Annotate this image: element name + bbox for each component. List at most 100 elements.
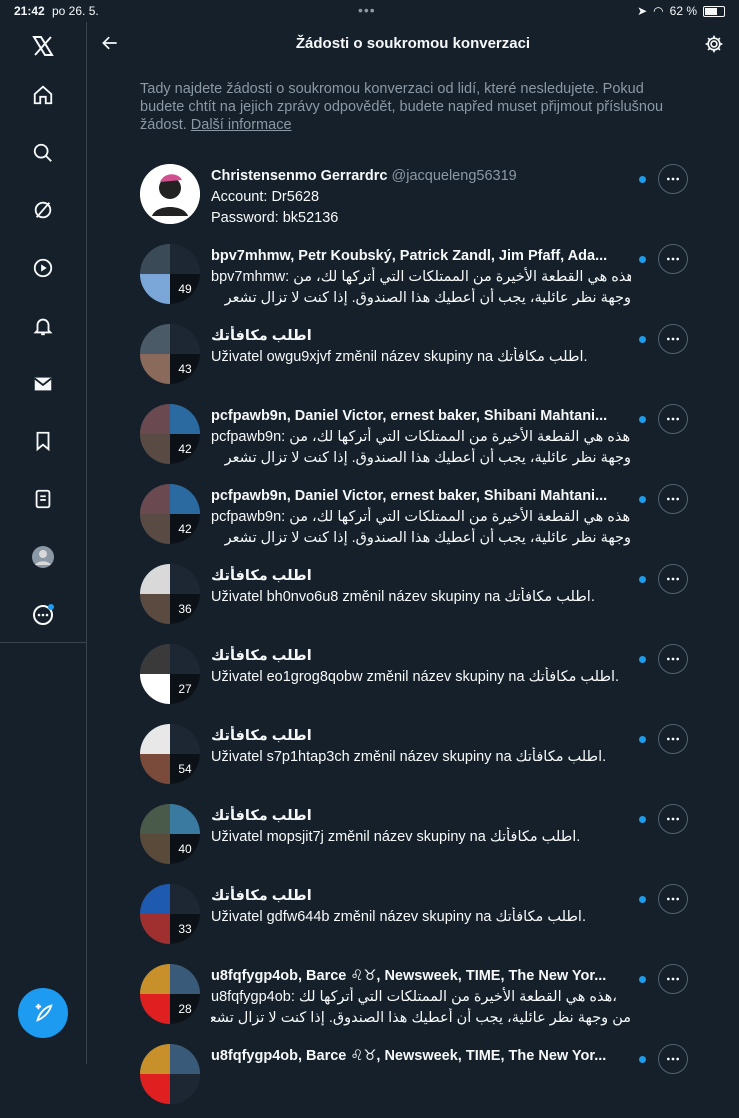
request-title-line: pcfpawb9n, Daniel Victor, ernest baker, … (211, 406, 631, 427)
request-row[interactable]: 40 اطلب مكافأتك Uživatel mopsjit7j změnil … (87, 798, 739, 878)
profile-avatar[interactable] (25, 539, 61, 575)
request-preview-line: وجهة نظر عائلية، يجب أن أعطيك هذا الصندو… (224, 530, 631, 546)
video-icon[interactable] (25, 250, 61, 286)
request-title: pcfpawb9n, Daniel Victor, ernest baker, … (211, 488, 608, 504)
sidebar-divider (0, 642, 86, 643)
page-header: Žádosti o soukromou konverzaci (87, 22, 739, 66)
unread-indicator (639, 1056, 646, 1063)
request-more-button[interactable] (658, 804, 688, 834)
group-avatar[interactable]: 28 (140, 964, 200, 1024)
request-title: اطلب مكافأتك (211, 888, 312, 904)
feather-plus-icon (35, 1003, 53, 1022)
request-more-button[interactable] (658, 964, 688, 994)
request-text: اطلب مكافأتك Uživatel s7p1htap3ch změnil … (211, 726, 631, 768)
messages-envelope-icon[interactable] (25, 366, 61, 402)
request-more-button[interactable] (658, 404, 688, 434)
search-icon[interactable] (25, 135, 61, 171)
member-count-badge: 54 (170, 754, 200, 784)
request-more-button[interactable] (658, 324, 688, 354)
request-preview-line: pcfpawb9n: هذه هي القطعة الأخيرة من المم… (211, 509, 631, 525)
request-more-button[interactable] (658, 564, 688, 594)
request-preview-line: Uživatel bh0nvo6u8 změnil název skupiny … (211, 589, 595, 605)
more-options-icon[interactable] (25, 597, 61, 633)
member-count-badge: 43 (170, 354, 200, 384)
request-text: Christensenmo Gerrardrc @jacqueleng56319… (211, 166, 631, 229)
request-more-button[interactable] (658, 164, 688, 194)
more-dots-icon (667, 337, 679, 341)
unread-indicator (639, 976, 646, 983)
settings-button[interactable] (701, 31, 727, 57)
request-title: اطلب مكافأتك (211, 328, 312, 344)
unread-indicator (639, 176, 646, 183)
grok-icon[interactable] (25, 192, 61, 228)
request-row[interactable]: 33 اطلب مكافأتك Uživatel gdfw644b změnil n… (87, 878, 739, 958)
request-more-button[interactable] (658, 884, 688, 914)
group-avatar[interactable]: 27 (140, 644, 200, 704)
more-dots-icon (667, 657, 679, 661)
lists-icon[interactable] (25, 481, 61, 517)
group-avatar[interactable]: 43 (140, 324, 200, 384)
group-avatar[interactable]: 49 (140, 244, 200, 304)
request-preview-line: u8fqfygp4ob: هذه هي القطعة الأخيرة من ال… (211, 989, 617, 1005)
request-title-line: pcfpawb9n, Daniel Victor, ernest baker, … (211, 486, 631, 507)
request-title: Christensenmo Gerrardrc (211, 168, 388, 184)
group-avatar[interactable]: 42 (140, 484, 200, 544)
more-dots-icon (667, 977, 679, 981)
main-content: Žádosti o soukromou konverzaci Tady najd… (87, 22, 739, 1104)
unread-indicator (639, 576, 646, 583)
group-avatar[interactable]: 42 (140, 404, 200, 464)
page-title: Žádosti o soukromou konverzaci (295, 35, 531, 52)
request-row[interactable]: 42 pcfpawb9n, Daniel Victor, ernest baker… (87, 398, 739, 478)
group-avatar[interactable]: 36 (140, 564, 200, 624)
sidebar (0, 22, 87, 1064)
request-row[interactable]: Christensenmo Gerrardrc @jacqueleng56319… (87, 158, 739, 238)
request-more-button[interactable] (658, 724, 688, 754)
request-text: اطلب مكافأتك Uživatel owgu9xjvf změnil ná… (211, 326, 631, 368)
member-count-badge: 28 (170, 994, 200, 1024)
request-title: u8fqfygp4ob, Barce ♌︎♉︎, Newsweek, TIME,… (211, 1048, 607, 1064)
request-more-button[interactable] (658, 1044, 688, 1074)
request-row[interactable]: 54 اطلب مكافأتك Uživatel s7p1htap3ch změni… (87, 718, 739, 798)
avatar[interactable] (140, 164, 200, 224)
request-text: اطلب مكافأتك Uživatel eo1grog8qobw změnil… (211, 646, 631, 688)
member-count-badge: 36 (170, 594, 200, 624)
request-row[interactable]: u8fqfygp4ob, Barce ♌︎♉︎, Newsweek, TIME,… (87, 1038, 739, 1118)
request-row[interactable]: 43 اطلب مكافأتك Uživatel owgu9xjvf změnil … (87, 318, 739, 398)
gear-icon (705, 35, 723, 53)
group-avatar[interactable]: 33 (140, 884, 200, 944)
request-more-button[interactable] (658, 644, 688, 674)
request-more-button[interactable] (658, 484, 688, 514)
more-dots-icon (667, 737, 679, 741)
more-dots-icon (667, 1057, 679, 1061)
request-row[interactable]: 36 اطلب مكافأتك Uživatel bh0nvo6u8 změnil … (87, 558, 739, 638)
request-preview-line: من وجهة نظر عائلية، يجب أن أعطيك هذا الص… (211, 1010, 631, 1026)
request-preview-line: وجهة نظر عائلية، يجب أن أعطيك هذا الصندو… (224, 290, 631, 306)
request-row[interactable]: 49 bpv7mhmw, Petr Koubský, Patrick Zandl,… (87, 238, 739, 318)
request-text: اطلب مكافأتك Uživatel bh0nvo6u8 změnil ná… (211, 566, 631, 608)
home-icon[interactable] (25, 77, 61, 113)
request-row[interactable]: 42 pcfpawb9n, Daniel Victor, ernest baker… (87, 478, 739, 558)
multitasking-dots-icon[interactable]: ••• (358, 2, 376, 18)
group-avatar[interactable]: 40 (140, 804, 200, 864)
battery-icon (703, 5, 725, 17)
message-requests-list: Christensenmo Gerrardrc @jacqueleng56319… (87, 158, 739, 1118)
more-dots-icon (667, 817, 679, 821)
bookmark-icon[interactable] (25, 423, 61, 459)
request-more-button[interactable] (658, 244, 688, 274)
request-row[interactable]: 27 اطلب مكافأتك Uživatel eo1grog8qobw změn… (87, 638, 739, 718)
member-count-badge: 27 (170, 674, 200, 704)
request-row[interactable]: 28 u8fqfygp4ob, Barce ♌︎♉︎, Newsweek, TIM… (87, 958, 739, 1038)
notifications-bell-icon[interactable] (25, 308, 61, 344)
group-avatar[interactable] (140, 1044, 200, 1104)
request-preview-line: Account: Dr5628 (211, 189, 320, 205)
more-dots-icon (667, 417, 679, 421)
compose-button[interactable] (18, 988, 68, 1038)
request-text: pcfpawb9n, Daniel Victor, ernest baker, … (211, 486, 631, 549)
status-time: 21:42 (14, 4, 45, 18)
group-avatar[interactable]: 54 (140, 724, 200, 784)
learn-more-link[interactable]: Další informace (191, 117, 292, 133)
request-text: اطلب مكافأتك Uživatel gdfw644b změnil náz… (211, 886, 631, 928)
status-bar: 21:42 po 26. 5. ••• ➤ ◠ 62 % (0, 0, 739, 22)
x-logo-icon[interactable] (25, 28, 61, 64)
request-title-line: اطلب مكافأتك (211, 806, 631, 827)
